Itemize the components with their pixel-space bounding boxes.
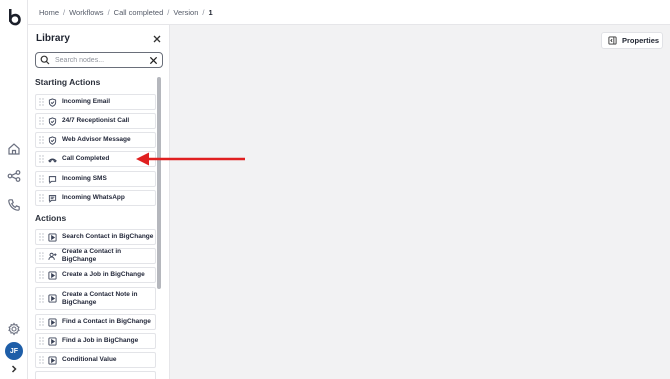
node-find-contact[interactable]: Find a Contact in BigChange: [35, 314, 156, 330]
section-title-starting-actions: Starting Actions: [35, 77, 101, 87]
breadcrumb-separator: /: [202, 7, 205, 17]
node-search-contact[interactable]: Search Contact in BigChange: [35, 229, 156, 245]
clear-search-icon[interactable]: [149, 56, 158, 65]
node-find-job[interactable]: Find a Job in BigChange: [35, 333, 156, 349]
shield-check-icon: [48, 135, 57, 145]
search-box: [35, 52, 163, 68]
drag-handle-icon[interactable]: [39, 155, 44, 163]
drag-handle-icon[interactable]: [39, 271, 44, 279]
section-title-actions: Actions: [35, 213, 67, 223]
drag-handle-icon[interactable]: [39, 117, 44, 125]
drag-handle-icon[interactable]: [39, 194, 44, 202]
workflow-icon[interactable]: [7, 169, 21, 183]
app-logo[interactable]: [6, 8, 22, 26]
node-label: Web Advisor Message: [62, 136, 131, 143]
node-label: Search Contact in BigChange: [62, 233, 154, 240]
library-panel: Library Starting Actions Incoming Email …: [28, 25, 170, 379]
node-incoming-whatsapp[interactable]: Incoming WhatsApp: [35, 190, 156, 206]
library-scrollbar[interactable]: [157, 77, 161, 289]
panel-icon: [608, 36, 617, 45]
node-conditional-value[interactable]: Conditional Value: [35, 352, 156, 368]
breadcrumb-workflow-name[interactable]: Call completed: [114, 8, 164, 17]
shield-check-icon: [48, 97, 57, 107]
play-icon: [48, 336, 57, 346]
chevron-right-icon[interactable]: [9, 364, 19, 374]
play-icon: [48, 232, 57, 242]
node-partial[interactable]: [35, 371, 156, 379]
search-input[interactable]: [55, 56, 145, 64]
node-label: Call Completed: [62, 155, 110, 162]
node-label: Create a Job in BigChange: [62, 271, 145, 278]
node-create-job[interactable]: Create a Job in BigChange: [35, 267, 156, 283]
drag-handle-icon[interactable]: [39, 294, 44, 303]
properties-label: Properties: [622, 36, 660, 45]
chat-lines-icon: [48, 194, 57, 203]
breadcrumb-separator: /: [167, 7, 170, 17]
drag-handle-icon[interactable]: [39, 318, 44, 326]
user-plus-icon: [48, 252, 57, 260]
node-label: 24/7 Receptionist Call: [62, 117, 130, 124]
drag-handle-icon[interactable]: [39, 175, 44, 183]
phone-hangup-icon: [48, 157, 57, 163]
drag-handle-icon[interactable]: [39, 98, 44, 106]
play-icon: [48, 355, 57, 365]
shield-check-icon: [48, 116, 57, 126]
top-bar: Home / Workflows / Call completed / Vers…: [28, 0, 670, 25]
node-receptionist-call[interactable]: 24/7 Receptionist Call: [35, 113, 156, 129]
settings-gear-icon[interactable]: [7, 322, 21, 336]
nav-rail: JF: [0, 0, 28, 379]
node-web-advisor-message[interactable]: Web Advisor Message: [35, 132, 156, 148]
node-create-contact-note[interactable]: Create a Contact Note in BigChange: [35, 287, 156, 310]
library-title: Library: [36, 33, 70, 44]
breadcrumb-home[interactable]: Home: [39, 8, 59, 17]
node-create-contact[interactable]: Create a Contact in BigChange: [35, 248, 156, 264]
user-avatar[interactable]: JF: [5, 342, 23, 360]
node-label: Create a Contact in BigChange: [61, 248, 122, 263]
node-incoming-email[interactable]: Incoming Email: [35, 94, 156, 110]
play-icon: [48, 270, 57, 280]
node-label: Find a Contact in BigChange: [62, 318, 151, 325]
node-label: Create a Contact Note in BigChange: [62, 290, 138, 306]
play-icon: [48, 317, 57, 327]
drag-handle-icon[interactable]: [39, 356, 44, 364]
breadcrumb: Home / Workflows / Call completed / Vers…: [39, 8, 213, 17]
breadcrumb-version[interactable]: Version: [173, 8, 198, 17]
drag-handle-icon[interactable]: [39, 136, 44, 144]
breadcrumb-workflows[interactable]: Workflows: [69, 8, 103, 17]
node-incoming-sms[interactable]: Incoming SMS: [35, 171, 156, 187]
node-label: Find a Job in BigChange: [62, 337, 139, 344]
close-icon[interactable]: [152, 34, 162, 44]
breadcrumb-separator: /: [107, 7, 110, 17]
breadcrumb-separator: /: [63, 7, 66, 17]
node-label: Conditional Value: [62, 356, 117, 363]
properties-button[interactable]: Properties: [601, 32, 663, 49]
node-label: Incoming Email: [62, 98, 111, 105]
play-icon: [48, 294, 57, 303]
home-icon[interactable]: [7, 142, 21, 156]
annotation-arrow: [136, 152, 245, 166]
breadcrumb-current-version: 1: [208, 7, 213, 17]
drag-handle-icon[interactable]: [39, 233, 44, 241]
node-label: Incoming WhatsApp: [62, 194, 125, 201]
drag-handle-icon[interactable]: [39, 252, 44, 260]
phone-icon[interactable]: [7, 198, 21, 212]
drag-handle-icon[interactable]: [39, 337, 44, 345]
chat-bubble-icon: [48, 175, 57, 184]
search-icon: [40, 55, 50, 65]
node-label: Incoming SMS: [62, 175, 107, 182]
